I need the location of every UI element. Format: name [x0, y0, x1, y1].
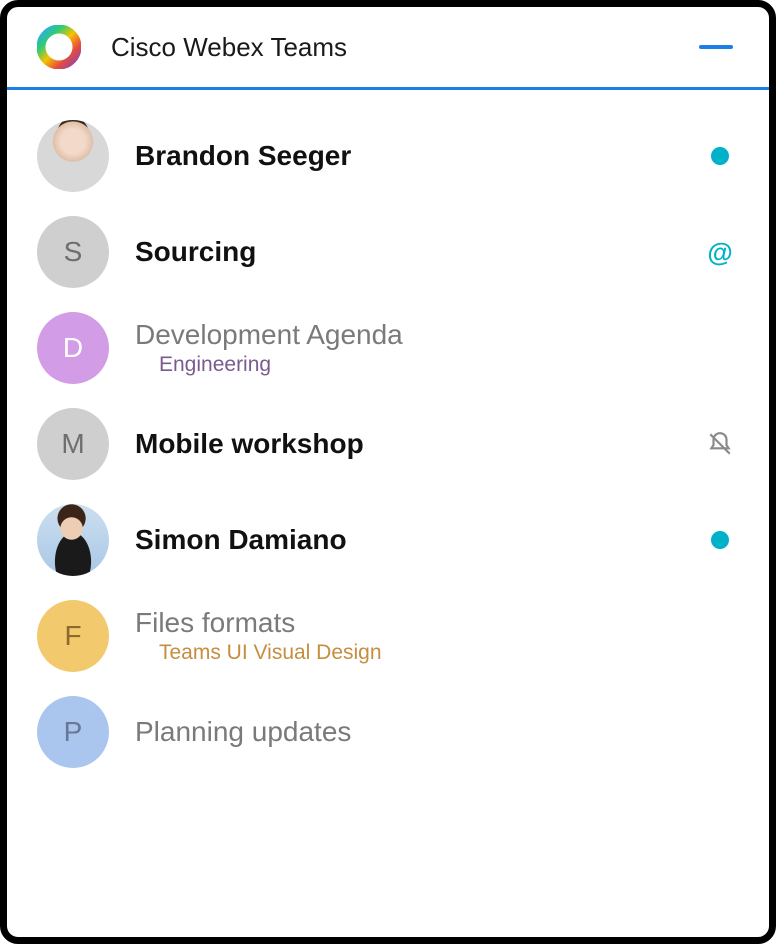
- item-title: Planning updates: [135, 716, 681, 748]
- item-text: Mobile workshop: [135, 428, 681, 460]
- dot-icon: [711, 147, 729, 165]
- item-title: Development Agenda: [135, 319, 681, 351]
- list-item[interactable]: M Mobile workshop: [7, 396, 769, 492]
- item-title: Simon Damiano: [135, 524, 681, 556]
- item-text: Development AgendaEngineering: [135, 319, 681, 377]
- unread-dot-icon: [707, 143, 733, 169]
- list-item[interactable]: S Sourcing @: [7, 204, 769, 300]
- app-header: Cisco Webex Teams: [7, 7, 769, 90]
- dot-icon: [711, 531, 729, 549]
- item-text: Brandon Seeger: [135, 140, 681, 172]
- avatar: S: [37, 216, 109, 288]
- app-title: Cisco Webex Teams: [111, 32, 669, 63]
- item-title: Brandon Seeger: [135, 140, 681, 172]
- minimize-button[interactable]: [699, 45, 733, 49]
- bell-off-icon: [707, 431, 733, 457]
- avatar: F: [37, 600, 109, 672]
- avatar: M: [37, 408, 109, 480]
- item-text: Files formatsTeams UI Visual Design: [135, 607, 681, 665]
- item-title: Files formats: [135, 607, 681, 639]
- indicator-empty: [707, 623, 733, 649]
- item-title: Mobile workshop: [135, 428, 681, 460]
- avatar: [37, 504, 109, 576]
- avatar: D: [37, 312, 109, 384]
- item-title: Sourcing: [135, 236, 681, 268]
- list-item[interactable]: F Files formatsTeams UI Visual Design: [7, 588, 769, 684]
- mention-icon: @: [707, 239, 733, 265]
- spaces-list: Brandon Seeger S Sourcing @ D Development Age…: [7, 90, 769, 780]
- list-item[interactable]: D Development AgendaEngineering: [7, 300, 769, 396]
- list-item[interactable]: Brandon Seeger: [7, 108, 769, 204]
- at-sign-icon: @: [707, 237, 732, 268]
- list-item[interactable]: Simon Damiano: [7, 492, 769, 588]
- item-text: Sourcing: [135, 236, 681, 268]
- item-text: Planning updates: [135, 716, 681, 748]
- item-text: Simon Damiano: [135, 524, 681, 556]
- avatar: [37, 120, 109, 192]
- indicator-empty: [707, 719, 733, 745]
- mute-icon: [707, 431, 733, 457]
- unread-dot-icon: [707, 527, 733, 553]
- avatar: P: [37, 696, 109, 768]
- item-subtitle: Teams UI Visual Design: [135, 641, 681, 665]
- list-item[interactable]: P Planning updates: [7, 684, 769, 780]
- indicator-empty: [707, 335, 733, 361]
- webex-logo-icon: [37, 25, 81, 69]
- app-window: Cisco Webex Teams Brandon Seeger S Sourcin…: [0, 0, 776, 944]
- item-subtitle: Engineering: [135, 353, 681, 377]
